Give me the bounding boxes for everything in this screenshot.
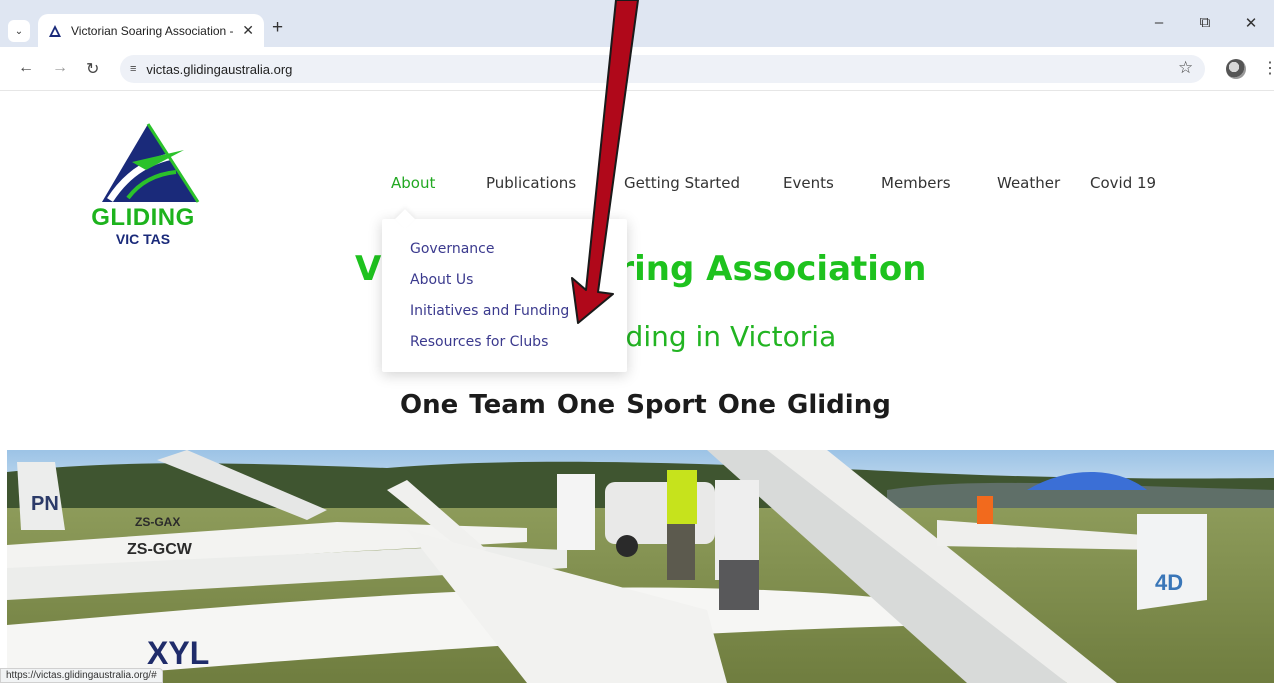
glider-logo-icon	[102, 123, 200, 203]
address-bar[interactable]: ≡ victas.glidingaustralia.org	[120, 55, 1205, 83]
address-url: victas.glidingaustralia.org	[146, 61, 293, 77]
reload-icon[interactable]: ↻	[86, 59, 99, 79]
tab-title: Victorian Soaring Association -	[71, 23, 234, 38]
registration-xyl: XYL	[147, 635, 209, 671]
menu-item-initiatives-and-funding[interactable]: Initiatives and Funding	[410, 303, 569, 319]
browser-toolbar: ← → ↻ ≡ victas.glidingaustralia.org ☆ ⋮	[0, 47, 1274, 91]
status-bar-url: https://victas.glidingaustralia.org/#	[0, 668, 163, 683]
menu-kebab-icon[interactable]: ⋮	[1262, 58, 1274, 78]
page-title-lead: V	[355, 249, 382, 289]
site-favicon	[49, 24, 61, 37]
close-window-button[interactable]: ✕	[1228, 14, 1274, 32]
minimize-button[interactable]: –	[1136, 14, 1182, 32]
page-subtitle-visible: liding in Victoria	[610, 320, 837, 353]
about-dropdown-menu: Governance About Us Initiatives and Fund…	[382, 219, 627, 372]
forward-icon[interactable]: →	[52, 59, 68, 77]
registration-zs-gcw: ZS-GCW	[127, 541, 193, 558]
registration-pn: PN	[31, 493, 59, 515]
tagline: One Team One Sport One Gliding	[400, 390, 891, 420]
nav-item-covid-19[interactable]: Covid 19	[1090, 174, 1156, 192]
site-info-icon[interactable]: ≡	[130, 63, 136, 75]
page-title-visible: ring Association	[617, 249, 927, 289]
back-icon[interactable]: ←	[18, 59, 34, 77]
menu-item-about-us[interactable]: About Us	[410, 272, 473, 288]
nav-item-weather[interactable]: Weather	[997, 174, 1060, 192]
restore-button[interactable]: ⧉	[1182, 14, 1228, 32]
logo-wordmark: GLIDING	[91, 204, 195, 231]
registration-4d: 4D	[1155, 570, 1183, 595]
hero-photo: PN ZS-GAX ZS-GCW XYL 4D	[7, 450, 1274, 683]
new-tab-button[interactable]: +	[272, 18, 283, 37]
bookmark-star-icon[interactable]: ☆	[1178, 58, 1193, 78]
nav-item-members[interactable]: Members	[881, 174, 951, 192]
tab-search-icon[interactable]: ⌄	[8, 20, 30, 42]
nav-item-about[interactable]: About	[391, 174, 435, 192]
registration-zs-gax: ZS-GAX	[135, 515, 180, 529]
menu-item-resources-for-clubs[interactable]: Resources for Clubs	[410, 334, 548, 350]
nav-item-getting-started[interactable]: Getting Started	[624, 174, 740, 192]
nav-item-events[interactable]: Events	[783, 174, 834, 192]
browser-tab[interactable]: Victorian Soaring Association - ✕	[38, 14, 264, 47]
menu-item-governance[interactable]: Governance	[410, 241, 494, 257]
profile-avatar[interactable]	[1226, 59, 1246, 79]
logo-subtitle: VIC TAS	[115, 231, 171, 247]
tab-close-icon[interactable]: ✕	[242, 22, 254, 39]
browser-tab-strip: ⌄ Victorian Soaring Association - ✕ + – …	[0, 0, 1274, 47]
nav-item-publications[interactable]: Publications	[486, 174, 576, 192]
site-logo[interactable]: GLIDING VIC TAS	[80, 120, 210, 250]
